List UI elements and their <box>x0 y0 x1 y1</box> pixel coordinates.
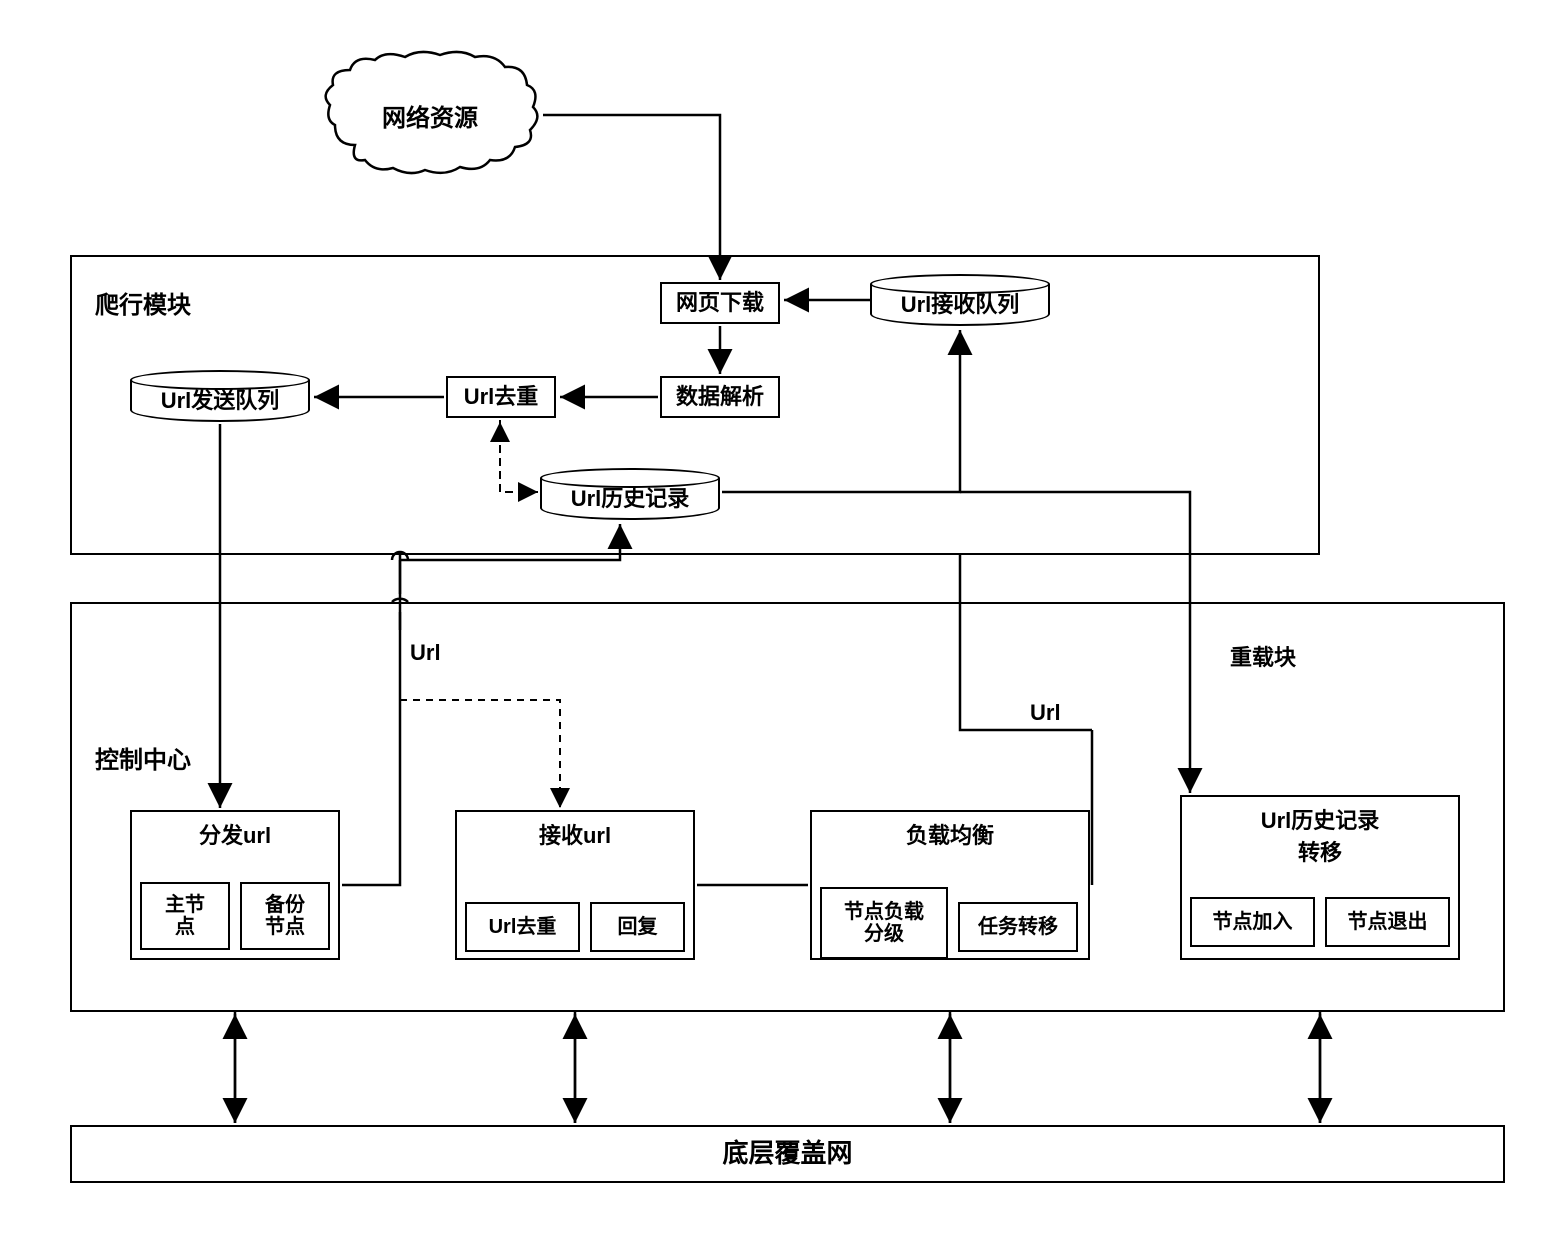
node-join-box: 节点加入 <box>1190 897 1315 947</box>
dispatch-url-group: 分发url 主节 点 备份 节点 <box>130 810 340 960</box>
receive-url-group: 接收url Url去重 回复 <box>455 810 695 960</box>
load-balance-group: 负载均衡 节点负载 分级 任务转移 <box>810 810 1090 960</box>
url-label-2: Url <box>1030 700 1061 726</box>
url-dedup-box: Url去重 <box>446 376 556 418</box>
backup-node-box: 备份 节点 <box>240 882 330 950</box>
node-exit-box: 节点退出 <box>1325 897 1450 947</box>
cloud-label: 网络资源 <box>382 98 478 133</box>
receive-reply-box: 回复 <box>590 902 685 952</box>
network-resource-cloud: 网络资源 <box>315 45 545 185</box>
data-parse-box: 数据解析 <box>660 376 780 418</box>
web-download-box: 网页下载 <box>660 282 780 324</box>
task-transfer-box: 任务转移 <box>958 902 1078 952</box>
node-level-box: 节点负载 分级 <box>820 887 948 959</box>
receive-url-title: 接收url <box>457 818 693 850</box>
load-balance-title: 负载均衡 <box>812 818 1088 850</box>
crawler-module-title: 爬行模块 <box>95 285 191 320</box>
history-transfer-title: Url历史记录 转移 <box>1182 803 1458 867</box>
dispatch-url-title: 分发url <box>132 818 338 850</box>
reload-block-label: 重载块 <box>1230 640 1296 672</box>
control-center-title: 控制中心 <box>95 740 191 775</box>
receive-dedup-box: Url去重 <box>465 902 580 952</box>
history-transfer-group: Url历史记录 转移 节点加入 节点退出 <box>1180 795 1460 960</box>
master-node-box: 主节 点 <box>140 882 230 950</box>
url-send-queue-cylinder: Url发送队列 <box>130 370 310 422</box>
url-recv-queue-cylinder: Url接收队列 <box>870 274 1050 326</box>
overlay-network-box: 底层覆盖网 <box>70 1125 1505 1183</box>
url-label-1: Url <box>410 640 441 666</box>
url-history-cylinder: Url历史记录 <box>540 468 720 520</box>
